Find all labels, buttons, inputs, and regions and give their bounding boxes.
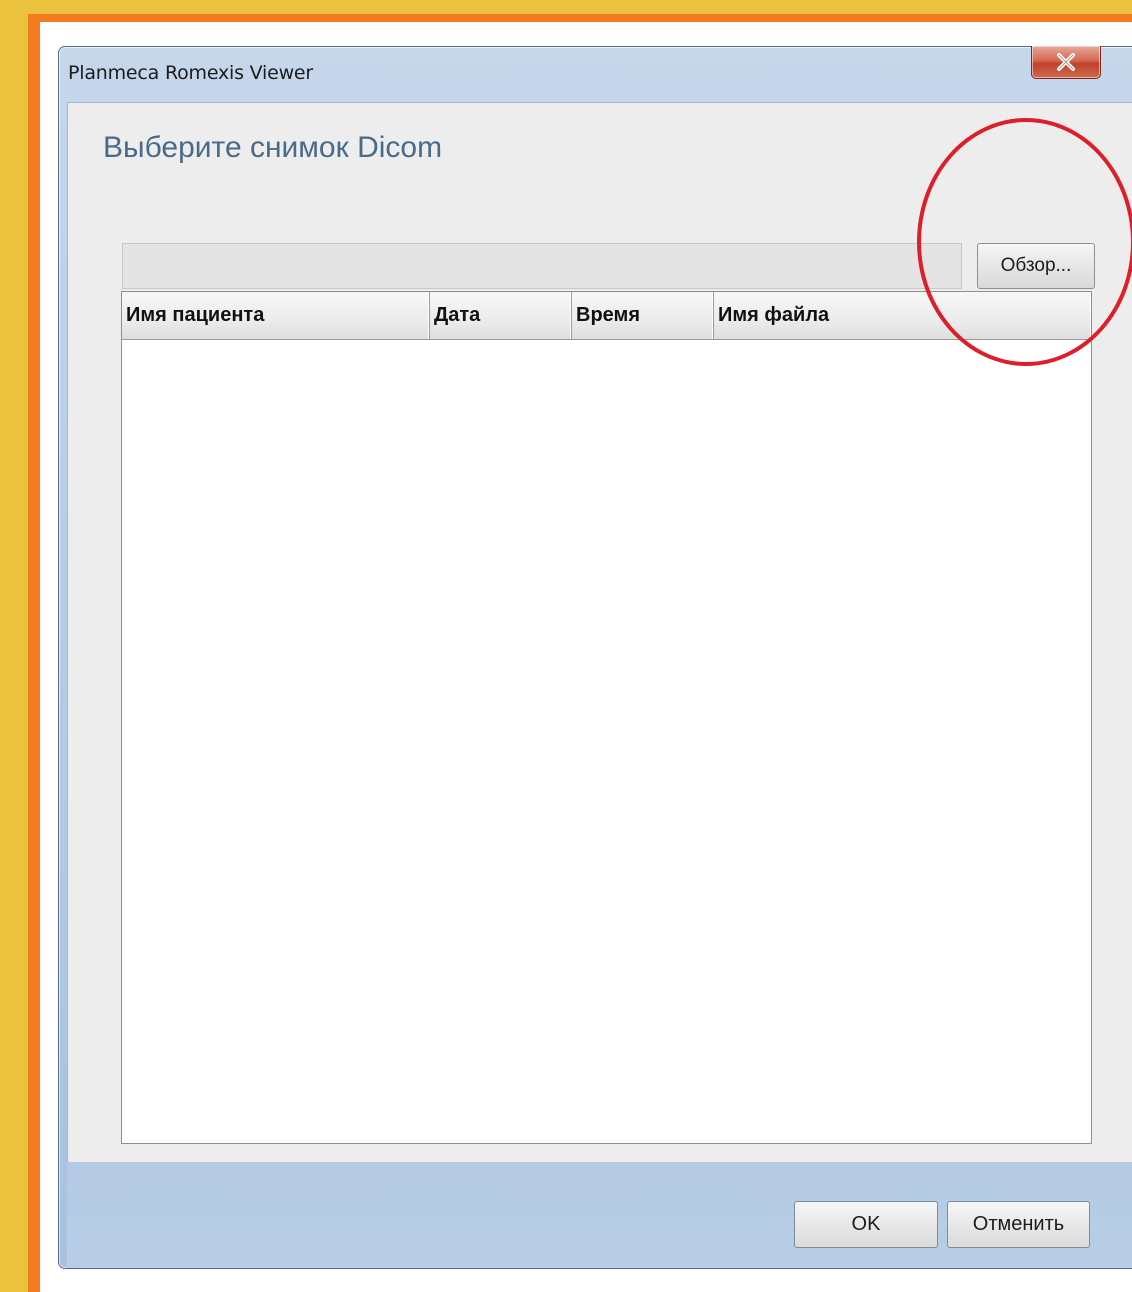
red-highlight-circle — [917, 118, 1132, 366]
ok-button[interactable]: OK — [794, 1201, 938, 1248]
dialog-footer: OK Отменить — [67, 1162, 1132, 1268]
screenshot-canvas: Planmeca Romexis Viewer Выберите снимок … — [40, 22, 1132, 1292]
column-header-time[interactable]: Время — [572, 292, 714, 339]
column-header-patient-name[interactable]: Имя пациента — [122, 292, 430, 339]
cancel-button[interactable]: Отменить — [947, 1201, 1090, 1248]
dialog-heading: Выберите снимок Dicom — [103, 131, 443, 164]
column-header-date[interactable]: Дата — [430, 292, 572, 339]
dicom-file-table[interactable]: Имя пациента Дата Время Имя файла — [121, 291, 1092, 1144]
file-path-field[interactable] — [122, 243, 962, 289]
window-title: Planmeca Romexis Viewer — [68, 62, 314, 84]
close-x-icon — [1057, 53, 1075, 71]
table-body[interactable] — [122, 340, 1091, 1143]
close-button[interactable] — [1031, 46, 1101, 79]
